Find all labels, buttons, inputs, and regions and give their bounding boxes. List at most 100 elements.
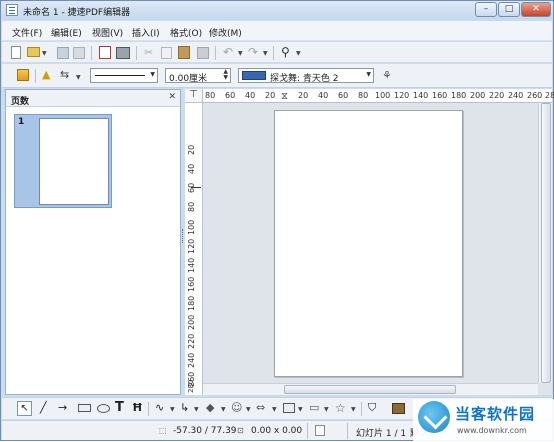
redo-icon[interactable]: ↷ bbox=[248, 45, 262, 59]
standard-toolbar: ▼ ✂ ↶ ▼ ↷ ▼ ⚲ ▼ bbox=[2, 42, 552, 63]
ruler-tick: 80 bbox=[187, 201, 196, 212]
ruler-tick: 200 bbox=[187, 314, 196, 330]
ruler-marker bbox=[191, 187, 201, 188]
minimize-button[interactable]: – bbox=[475, 2, 497, 17]
flowchart-dropdown-icon[interactable]: ▼ bbox=[298, 406, 303, 413]
indent-marker-icon[interactable]: ⧖ bbox=[281, 91, 288, 102]
styles-icon[interactable] bbox=[17, 69, 29, 81]
open-folder-icon[interactable] bbox=[27, 47, 40, 57]
connector-dropdown-icon[interactable]: ▼ bbox=[194, 406, 199, 413]
menu-edit[interactable]: 编辑(E) bbox=[51, 26, 82, 39]
redo-dropdown-icon[interactable]: ▼ bbox=[263, 50, 268, 57]
rectangle-icon[interactable] bbox=[78, 404, 91, 412]
vertical-scrollbar[interactable] bbox=[538, 103, 552, 383]
save-icon[interactable] bbox=[57, 47, 69, 59]
ruler-tick: 240 bbox=[187, 352, 196, 368]
horizontal-scrollbar[interactable] bbox=[203, 383, 538, 395]
arrow-style-dropdown-icon[interactable]: ▼ bbox=[76, 74, 81, 81]
connector-icon[interactable]: ↳ bbox=[180, 401, 194, 415]
menu-format[interactable]: 格式(O) bbox=[170, 26, 202, 39]
stars-dropdown-icon[interactable]: ▼ bbox=[351, 406, 356, 413]
toolbar-separator bbox=[215, 46, 216, 60]
text-icon[interactable]: T bbox=[115, 400, 129, 415]
block-arrows-icon[interactable]: ⇔ bbox=[256, 401, 270, 415]
basic-shapes-icon[interactable]: ◆ bbox=[206, 401, 220, 415]
maximize-button[interactable]: □ bbox=[498, 2, 520, 17]
flowchart-icon[interactable] bbox=[283, 403, 295, 413]
toolbar-separator bbox=[91, 46, 92, 60]
cut-icon[interactable]: ✂ bbox=[144, 47, 156, 59]
print-icon[interactable] bbox=[116, 47, 130, 59]
paste-icon[interactable] bbox=[178, 46, 190, 59]
ruler-tick: 160 bbox=[187, 276, 196, 292]
line-style-select[interactable]: ▼ bbox=[90, 68, 158, 83]
line-arrow-icon[interactable]: → bbox=[58, 401, 72, 415]
slide-number: 1 bbox=[18, 117, 25, 127]
line-icon[interactable]: ▲ bbox=[42, 68, 56, 82]
ruler-tick: 140 bbox=[187, 257, 196, 273]
curve-dropdown-icon[interactable]: ▼ bbox=[170, 406, 175, 413]
clone-formatting-icon[interactable] bbox=[197, 47, 209, 59]
ruler-tick: 60 bbox=[225, 91, 236, 100]
new-document-icon[interactable] bbox=[11, 46, 21, 59]
toolbar-separator bbox=[148, 402, 149, 416]
toolbar-separator bbox=[273, 46, 274, 60]
zoom-dropdown-icon[interactable]: ▼ bbox=[296, 50, 301, 57]
callouts-icon[interactable]: ▭ bbox=[309, 401, 323, 415]
ruler-tick: 60 bbox=[338, 91, 349, 100]
area-fill-select[interactable]: 探戈舞: 青天色 2 ▼ bbox=[238, 68, 374, 84]
insert-image-icon[interactable] bbox=[392, 403, 405, 414]
vertical-text-icon[interactable]: Ħ bbox=[132, 401, 146, 415]
menu-file[interactable]: 文件(F) bbox=[12, 26, 42, 39]
save-as-icon[interactable] bbox=[73, 47, 85, 59]
line-width-value: 0.00厘米 bbox=[169, 74, 208, 84]
shadow-icon[interactable]: ⚘ bbox=[382, 69, 396, 83]
ruler-tick: 140 bbox=[413, 91, 429, 100]
curve-icon[interactable]: ∿ bbox=[155, 401, 169, 415]
ruler-tick: 40 bbox=[245, 91, 256, 100]
document-page[interactable] bbox=[274, 110, 463, 377]
ruler-tick: 180 bbox=[187, 295, 196, 311]
line-width-input[interactable]: 0.00厘米 ▲ ▼ bbox=[165, 68, 231, 84]
undo-dropdown-icon[interactable]: ▼ bbox=[238, 50, 243, 57]
ruler-tick: 28 bbox=[545, 91, 554, 100]
zoom-icon[interactable]: ⚲ bbox=[281, 45, 295, 59]
document-modified-icon bbox=[315, 425, 325, 436]
ruler-tick: 280 bbox=[187, 379, 195, 393]
symbol-shapes-icon[interactable]: ☺ bbox=[231, 401, 245, 415]
status-separator bbox=[307, 423, 308, 439]
line-tool-icon[interactable]: ╱ bbox=[40, 401, 54, 415]
export-pdf-icon[interactable] bbox=[99, 46, 111, 59]
ruler-tick: 100 bbox=[187, 219, 196, 235]
site-watermark: 当客软件园 www.downkr.com bbox=[413, 399, 554, 442]
select-icon[interactable]: ↖ bbox=[17, 401, 32, 416]
close-button[interactable]: ✕ bbox=[521, 2, 551, 17]
object-size: 0.00 x 0.00 bbox=[251, 426, 303, 436]
vertical-scroll-thumb[interactable] bbox=[541, 103, 551, 383]
position-icon: ⬚ bbox=[159, 426, 167, 435]
ellipse-icon[interactable] bbox=[97, 404, 110, 413]
ruler-tick: 100 bbox=[375, 91, 391, 100]
menu-insert[interactable]: 插入(I) bbox=[132, 26, 160, 39]
slides-panel-title: 页数 bbox=[11, 97, 30, 107]
callouts-dropdown-icon[interactable]: ▼ bbox=[324, 406, 329, 413]
panel-close-icon[interactable]: ✕ bbox=[168, 92, 176, 102]
copy-icon[interactable] bbox=[161, 47, 172, 59]
symbol-shapes-dropdown-icon[interactable]: ▼ bbox=[246, 406, 251, 413]
undo-icon[interactable]: ↶ bbox=[223, 45, 237, 59]
points-icon[interactable]: ⛉ bbox=[368, 401, 382, 415]
block-arrows-dropdown-icon[interactable]: ▼ bbox=[272, 406, 277, 413]
open-dropdown-icon[interactable]: ▼ bbox=[42, 50, 47, 57]
line-fill-toolbar: ▲ ⇆ ▼ ▼ 0.00厘米 ▲ ▼ 探戈舞: 青天色 2 ▼ ⚘ bbox=[2, 64, 552, 88]
panel-splitter[interactable] bbox=[182, 229, 184, 243]
window-title: 未命名 1 - 捷速PDF编辑器 bbox=[23, 8, 131, 18]
size-icon: ⊡ bbox=[237, 426, 244, 435]
basic-shapes-dropdown-icon[interactable]: ▼ bbox=[221, 406, 226, 413]
toolbar-separator bbox=[35, 69, 36, 83]
slide-thumbnail[interactable]: 1 bbox=[14, 114, 112, 208]
stars-icon[interactable]: ☆ bbox=[335, 401, 349, 415]
menu-view[interactable]: 视图(V) bbox=[92, 26, 123, 39]
menu-modify[interactable]: 修改(M) bbox=[209, 26, 242, 39]
arrow-style-icon[interactable]: ⇆ bbox=[60, 68, 74, 82]
horizontal-scroll-thumb[interactable] bbox=[284, 385, 456, 394]
